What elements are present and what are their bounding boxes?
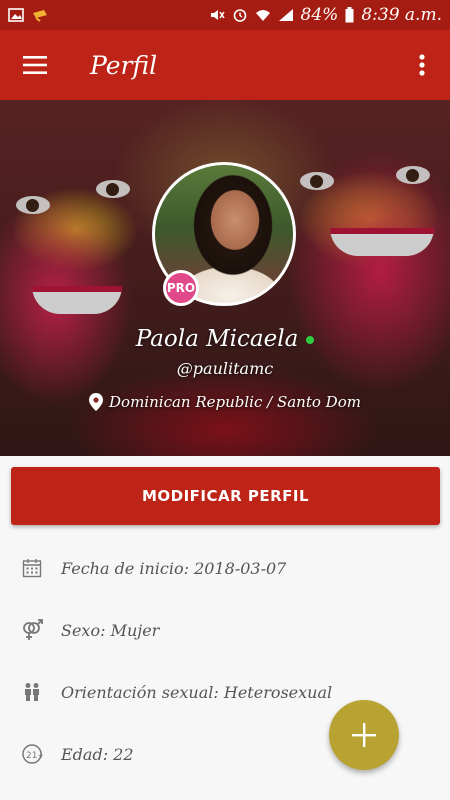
plus-icon (352, 723, 376, 747)
detail-row-start-date: Fecha de inicio: 2018-03-07 (0, 548, 450, 588)
online-status-dot (306, 336, 315, 344)
more-vert-icon (419, 54, 425, 76)
calendar-icon (21, 557, 43, 579)
page-title: Perfil (90, 50, 158, 80)
cover-photo: PRO Paola Micaela @paulitamc Dominican R… (0, 100, 450, 456)
location-text: Dominican Republic / Santo Dom (109, 393, 361, 411)
clock: 8:39 a.m. (361, 5, 442, 25)
mute-icon (210, 10, 225, 20)
alarm-icon (233, 9, 246, 22)
pro-badge: PRO (163, 270, 199, 306)
image-notification-icon (8, 8, 24, 22)
detail-row-gender: Sexo: Mujer (0, 610, 450, 650)
signal-icon (278, 9, 293, 21)
hamburger-icon (23, 56, 47, 74)
svg-text:21+: 21+ (26, 751, 43, 761)
profile-location: Dominican Republic / Santo Dom (0, 393, 450, 411)
battery-icon (345, 7, 354, 23)
start-date-text: Fecha de inicio: 2018-03-07 (61, 558, 287, 578)
app-notification-icon (33, 10, 47, 22)
status-bar: 84% 8:39 a.m. (0, 0, 450, 30)
people-icon (21, 681, 43, 703)
orientation-text: Orientación sexual: Heterosexual (61, 682, 333, 702)
location-pin-icon (89, 393, 104, 411)
menu-button[interactable] (0, 30, 70, 100)
add-fab-button[interactable] (329, 700, 399, 770)
age-text: Edad: 22 (61, 744, 134, 764)
profile-handle: @paulitamc (176, 359, 274, 378)
profile-name-text: Paola Micaela (135, 326, 299, 352)
edit-profile-button[interactable]: MODIFICAR PERFIL (11, 467, 440, 525)
overflow-menu-button[interactable] (394, 30, 450, 100)
profile-name: Paola Micaela (0, 326, 450, 352)
app-bar: Perfil (0, 30, 450, 100)
wifi-icon (255, 10, 270, 21)
gender-icon (21, 619, 43, 641)
age-21-icon: 21+ (21, 743, 43, 765)
battery-level: 84% (300, 5, 339, 25)
gender-text: Sexo: Mujer (61, 620, 160, 640)
